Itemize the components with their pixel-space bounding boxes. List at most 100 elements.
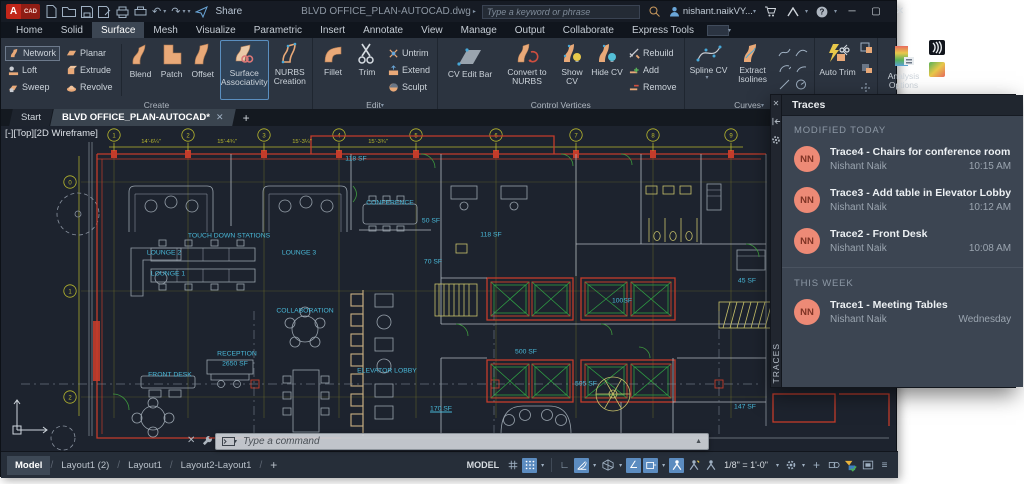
polar-tracking-toggle[interactable] (574, 458, 589, 473)
hide-cv-button[interactable]: Hide CV (591, 40, 623, 100)
help-icon[interactable]: ? (814, 4, 831, 20)
status-menu-icon[interactable]: ≡ (877, 458, 892, 473)
help-search-input[interactable]: Type a keyword or phrase (482, 5, 640, 19)
sweep-button[interactable]: Sweep (5, 80, 60, 95)
workspace-gear-icon[interactable] (783, 458, 798, 473)
save-as-icon[interactable] (98, 4, 111, 20)
trace-item-trace3[interactable]: NN Trace3 - Add table in Elevator Lobby … (782, 179, 1023, 220)
snap-dropdown-icon[interactable]: ▾ (539, 462, 546, 469)
extend-button[interactable]: Extend (385, 63, 433, 78)
isodraft-toggle[interactable] (600, 458, 615, 473)
surface-associativity-toggle[interactable]: Surface Associativity (220, 40, 269, 100)
snap-mode-toggle[interactable] (522, 458, 537, 473)
object-snap-tracking-toggle[interactable] (643, 458, 658, 473)
layout-tab-layout2[interactable]: Layout2-Layout1 (173, 456, 260, 475)
undo-dropdown-icon[interactable]: ▾ (163, 8, 166, 15)
layout-tab-model[interactable]: Model (7, 456, 50, 475)
isodraft-dropdown-icon[interactable]: ▾ (617, 462, 624, 469)
model-space-button[interactable]: MODEL (463, 460, 504, 470)
scale-dropdown-icon[interactable]: ▾ (774, 462, 781, 469)
featured-apps-button[interactable]: ▾ (707, 22, 731, 38)
palette-autohide-icon[interactable] (772, 117, 781, 126)
command-line[interactable]: ▾ Type a command ▲ (215, 433, 709, 450)
ribbon-tab-home[interactable]: Home (7, 22, 52, 38)
analysis-options-button[interactable]: Analysis Options (882, 42, 926, 102)
trace-item-trace4[interactable]: NN Trace4 - Chairs for conference room N… (782, 138, 1023, 179)
convert-to-nurbs-button[interactable]: Convert to NURBS (501, 40, 553, 100)
ribbon-tab-visualize[interactable]: Visualize (187, 22, 245, 38)
ribbon-tab-collaborate[interactable]: Collaborate (554, 22, 623, 38)
help-dropdown-icon[interactable]: ▾ (834, 8, 837, 15)
print-icon[interactable] (134, 4, 147, 20)
network-button[interactable]: Network (5, 46, 60, 61)
signed-in-user[interactable]: nishant.naikVY...▾ (669, 6, 756, 17)
qat-customize-icon[interactable]: ▾ (187, 8, 190, 15)
patch-button[interactable]: Patch (158, 40, 186, 100)
circle-tool-icon[interactable] (795, 77, 808, 95)
autocad-logo-icon[interactable]: A CAD (6, 4, 40, 19)
customization-button[interactable]: + (809, 458, 824, 473)
autodesk-icon[interactable] (785, 4, 802, 20)
new-file-icon[interactable] (45, 4, 57, 20)
layout-tab-layout1-2[interactable]: Layout1 (2) (53, 456, 117, 475)
object-snap-toggle[interactable]: ∠ (626, 458, 641, 473)
ribbon-tab-output[interactable]: Output (506, 22, 554, 38)
palette-properties-icon[interactable] (771, 135, 781, 145)
offset-button[interactable]: Offset (189, 40, 217, 100)
share-label[interactable]: Share (215, 6, 242, 17)
tab-close-icon[interactable]: ✕ (216, 112, 224, 123)
ribbon-tab-insert[interactable]: Insert (311, 22, 354, 38)
ribbon-tab-view[interactable]: View (412, 22, 452, 38)
loft-button[interactable]: Loft (5, 63, 60, 78)
redo-dropdown-icon[interactable]: ▾ (182, 8, 185, 15)
revolve-button[interactable]: Revolve (63, 80, 116, 95)
viewport-controls[interactable]: [-][Top][2D Wireframe] (5, 128, 98, 139)
close-button[interactable]: ✕ (891, 6, 909, 17)
undo-icon[interactable]: ↶ (152, 4, 161, 20)
spline-cv-button[interactable]: Spline CV▾ (689, 40, 729, 100)
tab-drawing[interactable]: BLVD OFFICE_PLAN-AUTOCAD*✕ (50, 109, 235, 126)
extrude-button[interactable]: Extrude (63, 63, 116, 78)
plot-icon[interactable] (116, 4, 129, 20)
isolate-objects-icon[interactable] (826, 458, 841, 473)
remove-cv-button[interactable]: Remove (626, 80, 680, 95)
osnap-dropdown-icon[interactable]: ▾ (660, 462, 667, 469)
ortho-mode-toggle[interactable]: ∟ (557, 458, 572, 473)
ribbon-tab-solid[interactable]: Solid (52, 22, 92, 38)
ribbon-tab-annotate[interactable]: Annotate (354, 22, 412, 38)
curvature-analysis-icon[interactable] (929, 62, 945, 82)
command-history-icon[interactable]: ▲ (695, 438, 702, 445)
command-input[interactable]: Type a command (243, 436, 689, 447)
polar-dropdown-icon[interactable]: ▾ (591, 462, 598, 469)
clean-screen-icon[interactable] (860, 458, 875, 473)
nurbs-creation-toggle[interactable]: NURBS Creation (272, 40, 308, 100)
ribbon-tab-mesh[interactable]: Mesh (144, 22, 186, 38)
auto-trim-toggle[interactable]: Auto Trim (819, 40, 857, 100)
palette-close-icon[interactable]: ✕ (773, 99, 780, 108)
workspace-dropdown-icon[interactable]: ▾ (800, 462, 807, 469)
app-store-cart-icon[interactable] (762, 4, 779, 20)
redo-icon[interactable]: ↷ (171, 4, 180, 20)
ribbon-tab-parametric[interactable]: Parametric (245, 22, 311, 38)
traces-palette-titlebar[interactable]: ✕ TRACES (771, 95, 781, 387)
new-drawing-tab-button[interactable]: + (235, 109, 258, 126)
drawing-canvas[interactable]: [-][Top][2D Wireframe] 123456789012 (1, 126, 896, 451)
maximize-button[interactable]: ▢ (867, 6, 885, 17)
trace-item-trace1[interactable]: NN Trace1 - Meeting Tables Nishant NaikW… (782, 291, 1023, 332)
command-wrench-icon[interactable] (202, 435, 213, 446)
open-folder-icon[interactable] (62, 4, 76, 20)
command-prompt-icon[interactable]: ▾ (222, 437, 237, 446)
tab-start[interactable]: Start (9, 109, 53, 126)
annotation-visibility-toggle[interactable] (669, 458, 684, 473)
minimize-button[interactable]: ─ (843, 6, 861, 17)
command-close-icon[interactable]: ✕ (187, 435, 195, 446)
zebra-analysis-icon[interactable] (929, 40, 945, 60)
line-tool-icon[interactable] (778, 77, 791, 95)
sculpt-button[interactable]: Sculpt (385, 80, 433, 95)
layout-tab-layout1[interactable]: Layout1 (120, 456, 170, 475)
ribbon-tab-express-tools[interactable]: Express Tools (623, 22, 703, 38)
graphics-performance-icon[interactable] (843, 458, 858, 473)
save-icon[interactable] (81, 4, 93, 20)
trim-button[interactable]: Trim (352, 40, 382, 100)
share-icon[interactable] (195, 4, 208, 20)
